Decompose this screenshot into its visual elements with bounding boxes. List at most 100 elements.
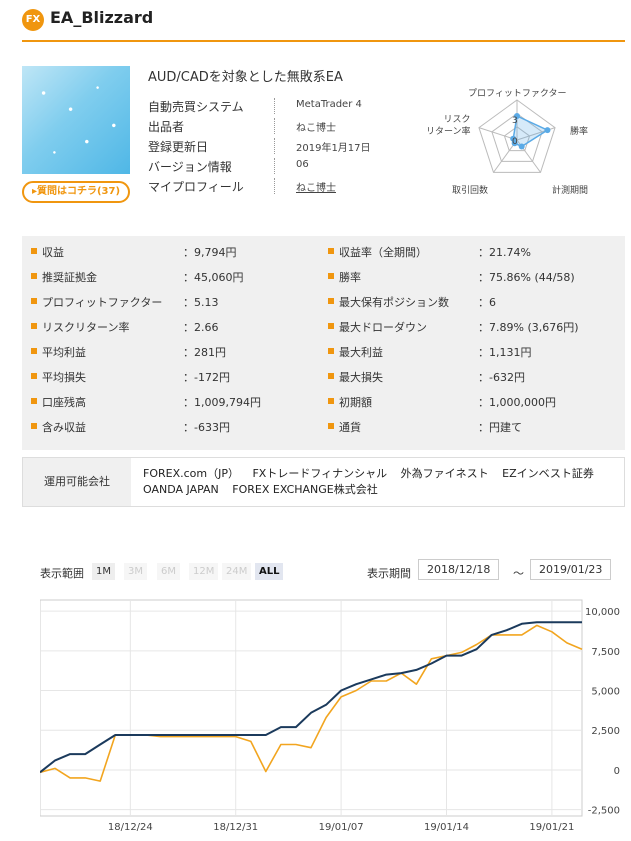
divider — [274, 98, 275, 114]
balance-chart: 10,000 7,500 5,000 2,500 0 -2,500 18/12/24 18/1… — [40, 599, 620, 833]
company-link[interactable]: FOREX EXCHANGE株式会社 — [232, 483, 377, 496]
bullet-icon — [31, 398, 37, 404]
info-key: 登録更新日 — [148, 140, 209, 154]
tilde: ～ — [513, 567, 524, 580]
info-key: 出品者 — [148, 120, 185, 134]
companies-label: 運用可能会社 — [23, 458, 131, 506]
bullet-icon — [328, 298, 334, 304]
stat-key: 最大保有ポジション数 — [339, 296, 449, 309]
stat-row: 最大ドローダウン ：7.89% (3,676円) — [328, 317, 618, 337]
stat-value: ：21.74% — [478, 246, 531, 259]
company-link[interactable]: 外為ファイネスト — [401, 467, 489, 480]
stat-row: プロフィットファクター ：5.13 — [31, 292, 321, 312]
divider — [274, 118, 275, 134]
stat-key: 最大損失 — [339, 371, 383, 384]
stat-row: 平均利益 ：281円 — [31, 342, 321, 362]
stat-value: ：1,009,794円 — [183, 396, 261, 409]
stat-value: ：1,000,000円 — [478, 396, 556, 409]
stat-key: 通貨 — [339, 421, 361, 434]
range-label: 表示範囲 — [40, 567, 84, 580]
stat-value: ：1,131円 — [478, 346, 532, 359]
y-tick-label: 7,500 — [591, 647, 620, 658]
radar-chart: プロフィットファクター 勝率 リスク リターン率 取引回数 計測期間 3 0 — [420, 82, 620, 197]
bullet-icon — [31, 348, 37, 354]
company-link[interactable]: EZインベスト証券 — [502, 467, 594, 480]
bullet-icon — [31, 248, 37, 254]
question-button[interactable]: ▸質問はコチラ(37) — [22, 181, 130, 203]
stat-row: 勝率 ：75.86% (44/58) — [328, 267, 618, 287]
info-row-system: 自動売買システム MetaTrader 4 — [148, 96, 398, 116]
stat-row: 最大利益 ：1,131円 — [328, 342, 618, 362]
profile-link[interactable]: ねこ博士 — [296, 179, 336, 194]
stats-panel: 収益 ：9,794円 推奨証拠金 ：45,060円 プロフィットファクター ：5.13 リス… — [22, 236, 625, 450]
stat-row: 平均損失 ：-172円 — [31, 367, 321, 387]
radar-label-pf: プロフィットファクター — [468, 89, 567, 99]
radar-label-period: 計測期間 — [552, 186, 589, 196]
stat-value: ：9,794円 — [183, 246, 237, 259]
stat-row: 通貨 ：円建て — [328, 417, 618, 437]
bullet-icon — [31, 298, 37, 304]
companies-list: FOREX.com（JP） FXトレードフィナンシャル 外為ファイネスト EZイ… — [143, 466, 613, 498]
company-link[interactable]: OANDA JAPAN — [143, 483, 219, 496]
bullet-icon — [328, 248, 334, 254]
stat-key: 推奨証拠金 — [42, 271, 97, 284]
stat-row: 最大損失 ：-632円 — [328, 367, 618, 387]
ea-description: AUD/CADを対象とした無敗系EA — [148, 70, 343, 85]
divider — [274, 178, 275, 194]
stat-row: 含み収益 ：-633円 — [31, 417, 321, 437]
info-row-profile: マイプロフィール ねこ博士 — [148, 176, 398, 196]
stat-key: 平均損失 — [42, 371, 86, 384]
equity-line — [40, 624, 583, 782]
stat-value: ：-172円 — [183, 371, 230, 384]
company-link[interactable]: FXトレードフィナンシャル — [252, 467, 387, 480]
bullet-icon — [328, 423, 334, 429]
y-tick-label: 0 — [614, 766, 620, 777]
page-title: EA_Blizzard — [50, 8, 154, 27]
balance-line — [40, 621, 582, 774]
info-key: マイプロフィール — [148, 180, 244, 194]
y-tick-label: 2,500 — [591, 726, 620, 737]
radar-series — [512, 114, 549, 148]
stat-row: 最大保有ポジション数 ：6 — [328, 292, 618, 312]
x-tick-label: 18/12/24 — [108, 822, 153, 833]
y-tick-label: 5,000 — [591, 687, 620, 698]
stat-key: プロフィットファクター — [42, 296, 163, 309]
stat-value: ：2.66 — [183, 321, 219, 334]
info-value: 06 — [296, 159, 309, 170]
date-to-input[interactable]: 2019/01/23 — [530, 559, 612, 580]
companies-box: 運用可能会社 FOREX.com（JP） FXトレードフィナンシャル 外為ファイ… — [22, 457, 625, 507]
x-tick-label: 19/01/21 — [529, 822, 574, 833]
info-value: ねこ博士 — [296, 123, 336, 134]
range-1m-button[interactable]: 1M — [92, 563, 115, 580]
stat-key: 含み収益 — [42, 421, 86, 434]
range-all-button[interactable]: ALL — [255, 563, 284, 580]
divider — [274, 158, 275, 174]
stat-value: ：5.13 — [183, 296, 219, 309]
date-from-input[interactable]: 2018/12/18 — [418, 559, 500, 580]
stat-value: ：7.89% (3,676円) — [478, 321, 579, 334]
bullet-icon — [328, 323, 334, 329]
bullet-icon — [328, 273, 334, 279]
company-link[interactable]: FOREX.com（JP） — [143, 467, 239, 480]
info-value: MetaTrader 4 — [296, 99, 362, 110]
stat-row: 初期額 ：1,000,000円 — [328, 392, 618, 412]
x-tick-label: 19/01/14 — [424, 822, 469, 833]
stat-value: ：281円 — [183, 346, 226, 359]
range-6m-button[interactable]: 6M — [157, 563, 180, 580]
stat-key: 初期額 — [339, 396, 372, 409]
stat-key: 勝率 — [339, 271, 361, 284]
range-24m-button[interactable]: 24M — [222, 563, 252, 580]
radar-label-rr: リスク リターン率 — [426, 115, 471, 137]
x-tick-label: 19/01/07 — [319, 822, 364, 833]
stat-value: ：75.86% (44/58) — [478, 271, 575, 284]
stat-key: 収益率（全期間） — [339, 246, 427, 259]
range-12m-button[interactable]: 12M — [189, 563, 219, 580]
stat-value: ：6 — [478, 296, 496, 309]
divider — [274, 138, 275, 154]
radar-label-winrate: 勝率 — [570, 127, 589, 137]
radar-point — [544, 127, 551, 134]
stat-row: リスクリターン率 ：2.66 — [31, 317, 321, 337]
info-row-updated: 登録更新日 2019年1月17日 — [148, 136, 398, 156]
range-3m-button[interactable]: 3M — [124, 563, 147, 580]
stat-key: 最大ドローダウン — [339, 321, 427, 334]
